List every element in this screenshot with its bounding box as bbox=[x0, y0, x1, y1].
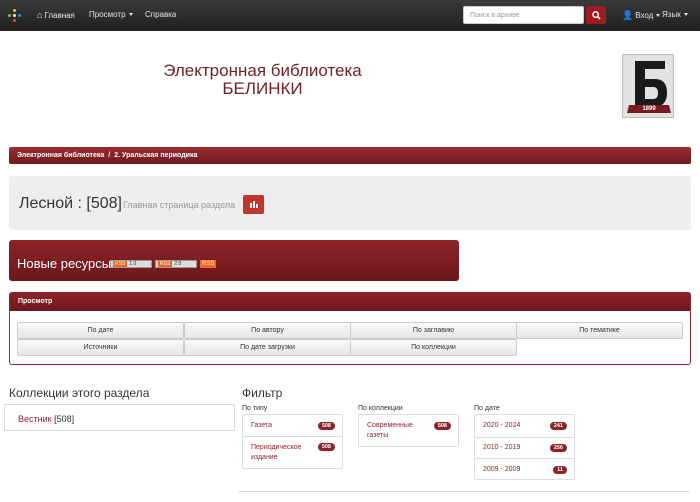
browse-panel: Просмотр По дате По автору По заглавию П… bbox=[9, 292, 691, 365]
breadcrumb-current: 2. Уральская периодика bbox=[114, 152, 198, 159]
filter-item-label: Периодическое издание bbox=[251, 444, 302, 461]
nav-help-label: Справка bbox=[145, 10, 177, 19]
feed-label: 1.0 bbox=[129, 261, 137, 267]
nav-browse-dropdown[interactable]: Просмотр bbox=[89, 10, 133, 19]
filter-item-label: 2010 - 2019 bbox=[483, 444, 521, 451]
breadcrumb: Электронная библиотека /2. Уральская пери… bbox=[9, 147, 691, 164]
new-resources-title: Новые ресурсы bbox=[17, 256, 112, 271]
nav-language-dropdown[interactable]: Язык bbox=[662, 10, 688, 19]
user-icon: 👤 bbox=[622, 10, 634, 20]
library-title: Электронная библиотека БЕЛИНКИ bbox=[130, 62, 395, 98]
filter-item-date[interactable]: 2009 - 2009 11 bbox=[475, 458, 574, 480]
filter-item-label: Газета bbox=[251, 422, 273, 429]
collection-item-name[interactable]: Вестник bbox=[18, 414, 52, 424]
collections-title: Коллекции этого раздела bbox=[9, 386, 150, 400]
browse-by-date-button[interactable]: По дате bbox=[17, 322, 184, 339]
chart-icon bbox=[250, 201, 258, 208]
browse-by-collection-button[interactable]: По коллекции bbox=[350, 339, 517, 356]
caret-down-icon bbox=[683, 13, 688, 17]
collection-title: Лесной : [508] bbox=[19, 195, 122, 212]
nav-home[interactable]: ⌂ Главная bbox=[37, 10, 75, 20]
filter-by-type-list: Газета 508 Периодическое издание 508 bbox=[242, 414, 343, 469]
search-input[interactable] bbox=[463, 6, 584, 24]
filter-item-type[interactable]: Газета 508 bbox=[243, 415, 342, 436]
library-title-line2: БЕЛИНКИ bbox=[222, 79, 303, 98]
filter-by-date-list: 2020 - 2024 241 2010 - 2019 256 2009 - 2… bbox=[474, 414, 575, 480]
filter-item-collection[interactable]: Современные газеты 508 bbox=[359, 415, 458, 447]
library-logo-year: 1899 bbox=[642, 106, 656, 112]
filter-item-date[interactable]: 2010 - 2019 256 bbox=[475, 437, 574, 458]
collection-subtitle: Главная страница раздела bbox=[123, 200, 236, 210]
browse-by-subject-button[interactable]: По тематике bbox=[516, 322, 683, 339]
rss-feed-link[interactable]: RSS bbox=[200, 260, 217, 268]
filter-count-badge: 508 bbox=[317, 443, 335, 451]
rss-2-feed-link[interactable]: RSS 2.0 bbox=[155, 260, 197, 268]
filter-item-label: 2009 - 2009 bbox=[483, 466, 521, 473]
nav-home-label: Главная bbox=[44, 11, 75, 20]
browse-by-source-button[interactable]: Источники bbox=[17, 339, 184, 356]
search-icon bbox=[591, 11, 601, 20]
new-resources-panel: Новые ресурсы RSS 1.0 RSS 2.0 RSS bbox=[9, 240, 459, 281]
rss-1-feed-link[interactable]: RSS 1.0 bbox=[110, 260, 152, 268]
browse-by-upload-date-button[interactable]: По дате загрузки bbox=[184, 339, 351, 356]
feed-tag: RSS bbox=[158, 261, 173, 267]
library-logo[interactable]: 1899 bbox=[622, 54, 674, 118]
filter-count-badge: 256 bbox=[549, 444, 567, 452]
collection-header: Лесной : [508] Главная страница раздела bbox=[9, 176, 691, 230]
filter-item-label: 2020 - 2024 bbox=[483, 422, 521, 429]
filter-count-badge: 508 bbox=[317, 422, 335, 430]
filter-by-type-label: По типу bbox=[242, 405, 268, 412]
collection-item-vestnik[interactable]: Вестник [508] bbox=[18, 414, 74, 424]
feed-label: 2.0 bbox=[174, 261, 182, 267]
filter-item-type[interactable]: Периодическое издание 508 bbox=[243, 436, 342, 469]
browse-panel-header: Просмотр bbox=[10, 293, 690, 311]
filter-item-label: Современные газеты bbox=[367, 422, 413, 439]
filter-count-badge: 508 bbox=[433, 422, 451, 430]
section-divider bbox=[238, 491, 690, 492]
filter-item-date[interactable]: 2020 - 2024 241 bbox=[475, 415, 574, 437]
nav-login-label: Вход bbox=[635, 11, 654, 20]
search-button[interactable] bbox=[586, 6, 606, 24]
library-title-line1: Электронная библиотека bbox=[163, 61, 362, 80]
browse-by-title-button[interactable]: По заглавию bbox=[350, 322, 517, 339]
statistics-button[interactable] bbox=[243, 195, 264, 214]
home-icon: ⌂ bbox=[37, 10, 43, 20]
caret-down-icon bbox=[128, 13, 133, 17]
nav-browse-label: Просмотр bbox=[89, 10, 126, 19]
caret-down-icon bbox=[656, 14, 661, 18]
filter-count-badge: 11 bbox=[553, 466, 567, 474]
filter-by-collection-list: Современные газеты 508 bbox=[358, 414, 459, 447]
collection-item-count: [508] bbox=[54, 414, 75, 424]
top-navbar: ⌂Главная Просмотр Справка 👤Вход Язык bbox=[0, 0, 700, 31]
breadcrumb-separator: / bbox=[108, 152, 111, 159]
nav-language-label: Язык bbox=[662, 10, 681, 19]
filter-by-collection-label: По коллекции bbox=[358, 405, 403, 412]
feed-tag: RSS bbox=[113, 261, 128, 267]
site-logo-icon[interactable] bbox=[8, 9, 22, 23]
collections-list: Вестник [508] bbox=[4, 404, 235, 431]
nav-help[interactable]: Справка bbox=[145, 10, 176, 19]
browse-by-author-button[interactable]: По автору bbox=[184, 322, 351, 339]
nav-login-dropdown[interactable]: 👤 Вход bbox=[622, 10, 661, 21]
breadcrumb-root-link[interactable]: Электронная библиотека bbox=[17, 152, 104, 159]
filter-by-date-label: По дате bbox=[474, 405, 500, 412]
filter-title: Фильтр bbox=[242, 386, 283, 400]
filter-count-badge: 241 bbox=[549, 422, 567, 430]
